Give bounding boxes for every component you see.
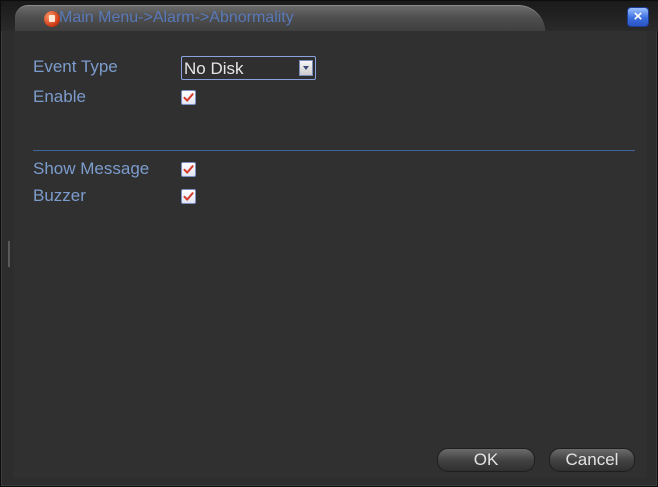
checkmark-icon	[183, 192, 194, 201]
cancel-button[interactable]: Cancel	[549, 448, 635, 472]
close-icon: ×	[633, 8, 643, 25]
buzzer-label: Buzzer	[33, 186, 86, 205]
dvr-menu-icon	[44, 11, 60, 27]
abnormality-dialog: Main Menu->Alarm->Abnormality × Event Ty…	[0, 0, 658, 487]
checkmark-icon	[183, 165, 194, 174]
show-message-checkbox[interactable]	[181, 162, 196, 177]
window-title: Main Menu->Alarm->Abnormality	[59, 9, 294, 26]
enable-checkbox[interactable]	[181, 90, 196, 105]
event-type-label: Event Type	[33, 57, 118, 76]
close-button[interactable]: ×	[627, 7, 649, 27]
title-bar: Main Menu->Alarm->Abnormality ×	[1, 1, 658, 32]
ok-button[interactable]: OK	[437, 448, 535, 472]
window-edge-marker	[8, 241, 10, 267]
show-message-label: Show Message	[33, 159, 150, 178]
settings-panel	[13, 31, 647, 478]
event-type-value: No Disk	[184, 59, 244, 78]
enable-label: Enable	[33, 87, 86, 106]
event-type-select[interactable]: No Disk	[181, 56, 316, 80]
chevron-down-icon[interactable]	[299, 60, 313, 76]
buzzer-checkbox[interactable]	[181, 189, 196, 204]
checkmark-icon	[183, 93, 194, 102]
section-divider	[33, 150, 635, 151]
